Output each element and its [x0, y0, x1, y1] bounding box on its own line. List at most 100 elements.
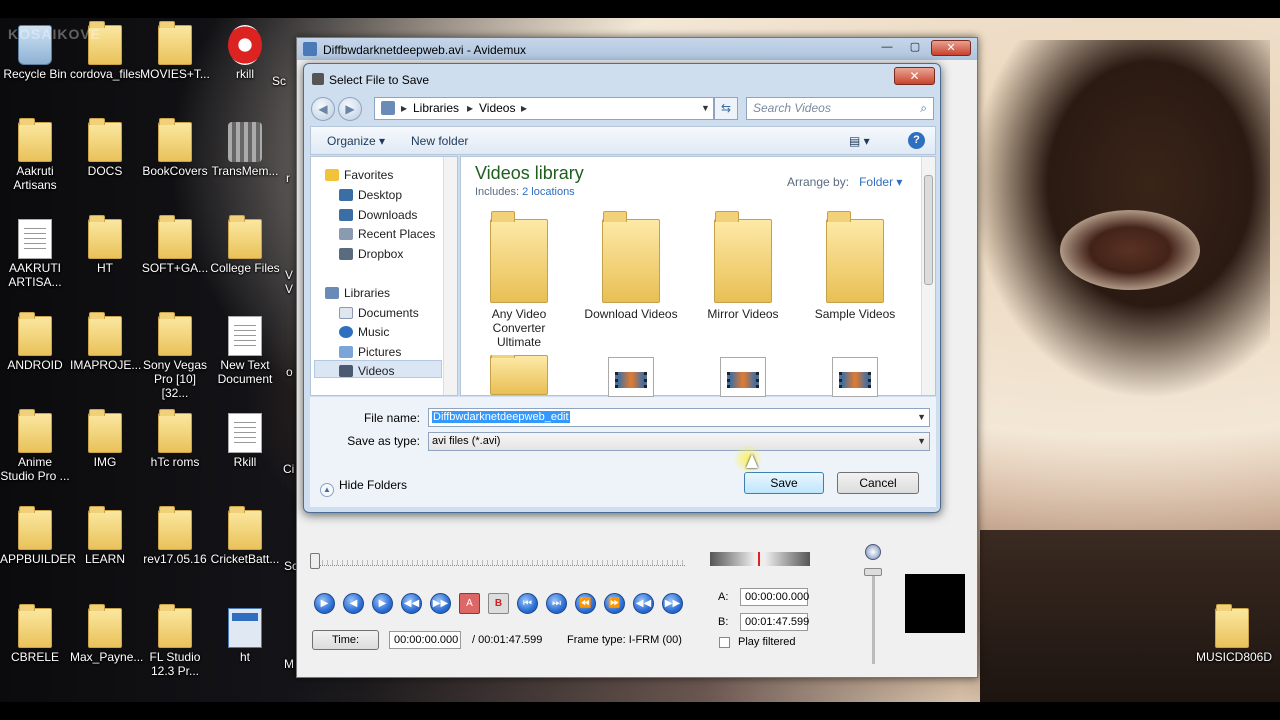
desktop-icon-partial[interactable]: Ci [283, 462, 297, 476]
back-button[interactable]: ◀ [311, 97, 335, 121]
save-button[interactable]: Save [744, 472, 824, 494]
volume-thumb[interactable] [864, 568, 882, 576]
desktop-icon[interactable]: Sony Vegas Pro [10] [32... [140, 312, 210, 400]
chevron-down-icon[interactable]: ▼ [917, 409, 926, 426]
tree-item-pictures[interactable]: Pictures [339, 345, 401, 359]
desktop-icon[interactable]: APPBUILDER [0, 506, 76, 566]
tree-item-music[interactable]: Music [339, 325, 389, 339]
refresh-icon[interactable]: ⇆ [714, 97, 738, 120]
next-keyframe-icon[interactable]: ▶▶ [430, 593, 451, 614]
set-marker-b-icon[interactable]: B [488, 593, 509, 614]
scrollbar-thumb[interactable] [924, 175, 933, 285]
desktop-icon[interactable]: MUSICD806D [1196, 604, 1272, 664]
desktop-icon[interactable]: MOVIES+T... [140, 21, 210, 81]
go-to-marker-b-icon[interactable]: ⏭ [546, 593, 567, 614]
desktop-icon[interactable]: Max_Payne... [70, 604, 143, 664]
last-frame-icon[interactable]: ▶▶ [662, 593, 683, 614]
volume-slider[interactable] [872, 568, 875, 664]
cancel-button[interactable]: Cancel [837, 472, 919, 494]
play-filtered-checkbox[interactable] [719, 637, 730, 648]
file-pane-scrollbar[interactable] [921, 157, 935, 395]
desktop-icon[interactable]: BookCovers [140, 118, 210, 178]
folder-item[interactable] [469, 355, 569, 395]
jog-gauge[interactable] [710, 552, 810, 566]
desktop-icon[interactable]: ht [210, 608, 280, 664]
first-frame-icon[interactable]: ◀◀ [633, 593, 654, 614]
search-input[interactable]: Search Videos ⌕ [746, 97, 934, 120]
desktop-icon[interactable]: rkill [210, 25, 280, 81]
arrange-by-dropdown[interactable]: Folder ▾ [859, 175, 902, 189]
next-frame-icon[interactable]: ▶ [372, 593, 393, 614]
save-as-type-select[interactable]: avi files (*.avi) ▼ [428, 432, 930, 451]
help-icon[interactable]: ? [908, 132, 925, 149]
desktop-icon[interactable]: hTc roms [140, 409, 210, 469]
desktop-icon[interactable]: IMG [70, 409, 140, 469]
address-bar[interactable]: ▸ Libraries ▸ Videos ▸ ▼ [374, 97, 714, 120]
desktop-icon[interactable]: HT [70, 215, 140, 275]
breadcrumb-videos[interactable]: Videos [479, 98, 515, 119]
tree-item-recent-places[interactable]: Recent Places [339, 227, 435, 241]
tree-item-downloads[interactable]: Downloads [339, 208, 417, 222]
desktop-icon-label: rkill [236, 67, 254, 81]
desktop-icon[interactable]: rev17.05.16 [140, 506, 210, 566]
folder-item[interactable]: Any Video Converter Ultimate [469, 211, 569, 349]
desktop-icon[interactable]: New Text Document [210, 316, 280, 386]
timeline[interactable] [312, 548, 685, 566]
desktop-icon[interactable]: DOCS [70, 118, 140, 178]
desktop-icon[interactable]: CBRELE [0, 604, 70, 664]
desktop-icon[interactable]: AAKRUTI ARTISA... [0, 219, 70, 289]
previous-black-frame-icon[interactable]: ⏪ [575, 593, 596, 614]
next-black-frame-icon[interactable]: ⏩ [604, 593, 625, 614]
desktop-icon[interactable]: LEARN [70, 506, 140, 566]
hide-folders-button[interactable]: ▲ Hide Folders [320, 478, 407, 497]
maximize-button[interactable]: ▢ [903, 40, 927, 56]
previous-frame-icon[interactable]: ◀ [343, 593, 364, 614]
set-marker-a-icon[interactable]: A [459, 593, 480, 614]
folder-item[interactable]: Download Videos [581, 211, 681, 321]
close-button[interactable]: ✕ [931, 40, 971, 56]
tree-item-documents[interactable]: Documents [339, 306, 419, 320]
previous-keyframe-icon[interactable]: ◀◀ [401, 593, 422, 614]
view-options-icon[interactable]: ▤ ▾ [849, 134, 870, 148]
current-time-field[interactable]: 00:00:00.000 [389, 631, 461, 649]
desktop-icon[interactable]: Aakruti Artisans [0, 118, 70, 192]
folder-item[interactable]: Sample Videos [805, 211, 905, 321]
organize-menu[interactable]: Organize ▾ [327, 134, 385, 148]
video-item[interactable] [805, 357, 905, 397]
desktop-icon[interactable]: SOFT+GA... [140, 215, 210, 275]
desktop-icon[interactable]: College Files [210, 215, 280, 275]
tree-item-desktop[interactable]: Desktop [339, 188, 402, 202]
desktop-icon[interactable]: Anime Studio Pro ... [0, 409, 70, 483]
tree-scrollbar[interactable] [443, 157, 457, 395]
volume-icon[interactable] [865, 544, 881, 560]
video-item[interactable] [581, 357, 681, 397]
desktop-icon-partial[interactable]: Sc [272, 74, 296, 88]
desktop-icon[interactable]: CricketBatt... [210, 506, 280, 566]
play-icon[interactable]: ▶ [314, 593, 335, 614]
desktop-icon[interactable]: Rkill [210, 413, 280, 469]
tree-favorites[interactable]: Favorites [325, 168, 393, 182]
video-item[interactable] [693, 357, 793, 397]
time-button[interactable]: Time: [312, 630, 379, 650]
forward-button[interactable]: ▶ [338, 97, 362, 121]
includes-locations-link[interactable]: 2 locations [522, 186, 575, 198]
desktop-icon[interactable]: IMAPROJE... [70, 312, 141, 372]
minimize-button[interactable]: — [875, 40, 899, 56]
search-icon[interactable]: ⌕ [920, 98, 927, 119]
folder-item[interactable]: Mirror Videos [693, 211, 793, 321]
tree-item-dropbox[interactable]: Dropbox [339, 247, 403, 261]
desktop-icon[interactable]: ANDROID [0, 312, 70, 372]
timeline-thumb[interactable] [310, 553, 320, 569]
file-name-input[interactable]: Diffbwdarknetdeepweb_edit ▼ [428, 408, 930, 427]
desktop-icon[interactable]: FL Studio 12.3 Pr... [140, 604, 210, 678]
dialog-close-button[interactable]: ✕ [894, 67, 935, 85]
tree-libraries[interactable]: Libraries [325, 286, 390, 300]
breadcrumb-libraries[interactable]: Libraries [413, 98, 459, 119]
tree-item-videos[interactable]: Videos [339, 364, 394, 378]
new-folder-button[interactable]: New folder [411, 134, 468, 148]
folder-icon [490, 211, 548, 303]
address-dropdown-icon[interactable]: ▼ [701, 98, 710, 119]
go-to-marker-a-icon[interactable]: ⏮ [517, 593, 538, 614]
chevron-down-icon[interactable]: ▼ [917, 433, 926, 450]
desktop-icon[interactable]: TransMem... [210, 122, 280, 178]
